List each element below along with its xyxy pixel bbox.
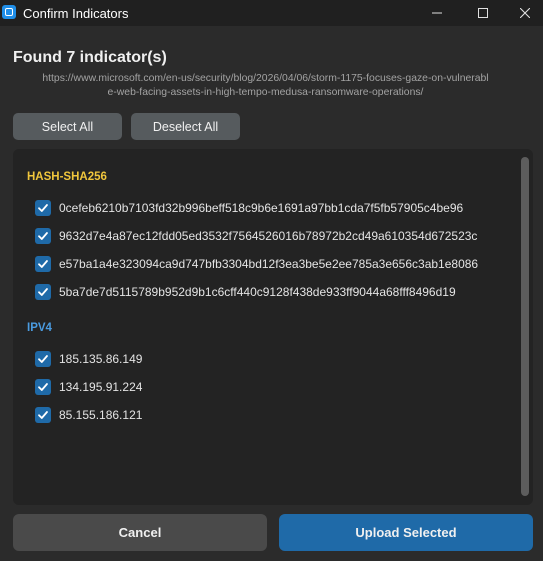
list-scrollbar[interactable] [521, 157, 529, 496]
indicator-row[interactable]: 185.135.86.149 [35, 350, 142, 368]
deselect-all-button[interactable]: Deselect All [131, 113, 240, 140]
indicator-value: 185.135.86.149 [59, 352, 143, 366]
window-title: Confirm Indicators [23, 6, 129, 21]
upload-selected-button[interactable]: Upload Selected [279, 514, 533, 551]
indicator-row[interactable]: 85.155.186.121 [35, 406, 142, 424]
checkmark-icon [38, 204, 48, 212]
indicator-value: 134.195.91.224 [59, 380, 143, 394]
indicator-checkbox[interactable] [35, 407, 51, 423]
indicator-checkbox[interactable] [35, 228, 51, 244]
indicator-row[interactable]: 134.195.91.224 [35, 378, 142, 396]
title-bar: Confirm Indicators [0, 0, 543, 26]
indicator-row[interactable]: 9632d7e4a87ec12fdd05ed3532f7564526016b78… [35, 227, 477, 245]
checkmark-icon [38, 383, 48, 391]
minimize-icon [432, 12, 442, 14]
app-icon [2, 5, 16, 19]
source-url: https://www.microsoft.com/en-us/security… [13, 72, 518, 99]
checkmark-icon [38, 411, 48, 419]
select-all-button[interactable]: Select All [13, 113, 122, 140]
indicator-value: 85.155.186.121 [59, 408, 143, 422]
section-label-ipv4: IPV4 [27, 322, 52, 334]
indicator-checkbox[interactable] [35, 284, 51, 300]
cancel-button[interactable]: Cancel [13, 514, 267, 551]
minimize-button[interactable] [414, 0, 460, 26]
maximize-button[interactable] [460, 0, 506, 26]
indicator-value: 5ba7de7d5115789b952d9b1c6cff440c9128f438… [59, 285, 456, 299]
close-icon [519, 8, 530, 18]
close-button[interactable] [506, 0, 543, 26]
checkmark-icon [38, 288, 48, 296]
found-count-title: Found 7 indicator(s) [13, 49, 167, 66]
checkmark-icon [38, 260, 48, 268]
indicator-row[interactable]: e57ba1a4e323094ca9d747bfb3304bd12f3ea3be… [35, 255, 478, 273]
indicator-value: 0cefeb6210b7103fd32b996beff518c9b6e1691a… [59, 201, 464, 215]
indicator-value: 9632d7e4a87ec12fdd05ed3532f7564526016b78… [59, 229, 478, 243]
indicator-checkbox[interactable] [35, 200, 51, 216]
checkmark-icon [38, 355, 48, 363]
maximize-icon [478, 8, 488, 18]
indicator-value: e57ba1a4e323094ca9d747bfb3304bd12f3ea3be… [59, 257, 479, 271]
indicator-checkbox[interactable] [35, 256, 51, 272]
indicator-row[interactable]: 5ba7de7d5115789b952d9b1c6cff440c9128f438… [35, 283, 456, 301]
checkmark-icon [38, 232, 48, 240]
source-url-line-1: https://www.microsoft.com/en-us/security… [42, 73, 489, 84]
indicator-checkbox[interactable] [35, 351, 51, 367]
indicator-checkbox[interactable] [35, 379, 51, 395]
section-label-hash-sha256: HASH-SHA256 [27, 171, 107, 183]
source-url-line-2: e-web-facing-assets-in-high-tempo-medusa… [107, 86, 424, 98]
indicator-row[interactable]: 0cefeb6210b7103fd32b996beff518c9b6e1691a… [35, 199, 463, 217]
